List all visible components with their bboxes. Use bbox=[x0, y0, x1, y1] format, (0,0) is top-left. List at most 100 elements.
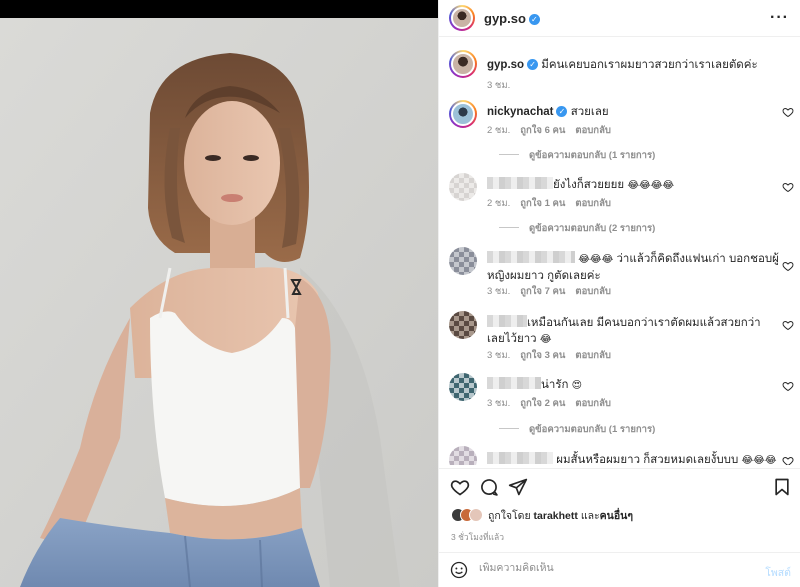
like-heart-icon[interactable] bbox=[782, 181, 794, 193]
author-username[interactable]: gyp.so bbox=[484, 11, 526, 26]
liked-by-text: ถูกใจโดย tarakhett และคนอื่นๆ bbox=[488, 507, 633, 524]
blurred-username[interactable] bbox=[487, 251, 575, 263]
comment-row: น่ารัก 😍 3 ชม. ถูกใจ 2 คน ตอบกลับ ดูข้อควา… bbox=[449, 373, 794, 435]
post-time[interactable]: 3 ชั่วโมงที่แล้ว bbox=[451, 530, 504, 544]
post-photo-image bbox=[0, 18, 438, 587]
liked-by-row: ถูกใจโดย tarakhett และคนอื่นๆ bbox=[451, 506, 633, 524]
blurred-username[interactable] bbox=[487, 315, 527, 327]
comment-time: 2 ชม. bbox=[487, 125, 511, 136]
caption-text: มีคนเคยบอกเราผมยาวสวยกว่าเราเลยตัดค่ะ bbox=[541, 59, 758, 71]
liked-by-user-link[interactable]: tarakhett bbox=[534, 510, 578, 522]
view-replies-button[interactable]: ดูข้อความตอบกลับ (1 รายการ) bbox=[499, 148, 655, 163]
comment-emoji: 😂😂😂 bbox=[741, 455, 777, 465]
comment-likes[interactable]: ถูกใจ 1 คน bbox=[520, 198, 565, 209]
comment-meta: 2 ชม. ถูกใจ 1 คน ตอบกลับ bbox=[487, 196, 621, 211]
verified-badge-icon: ✓ bbox=[527, 59, 539, 70]
comment-row: เหมือนกันเลย มีคนบอกว่าเราตัดผมแล้วสวยกว… bbox=[449, 311, 794, 366]
view-replies-button[interactable]: ดูข้อความตอบกลับ (2 รายการ) bbox=[499, 221, 655, 236]
post-comment-button[interactable]: โพสต์ bbox=[765, 564, 791, 581]
reply-button[interactable]: ตอบกลับ bbox=[575, 198, 611, 209]
comment-row: ยังไงก็สวยยยย 😂😂😂😂 2 ชม. ถูกใจ 1 คน ตอบกลั… bbox=[449, 173, 794, 243]
comment-likes[interactable]: ถูกใจ 6 คน bbox=[520, 125, 565, 136]
comment-likes[interactable]: ถูกใจ 7 คน bbox=[520, 286, 565, 297]
comment-text: สวยเลย bbox=[570, 106, 609, 118]
like-heart-icon[interactable] bbox=[782, 319, 794, 331]
comment-row: nickynachat ✓ สวยเลย 2 ชม. ถูกใจ 6 คน ตอบกล… bbox=[449, 100, 794, 163]
reply-button[interactable]: ตอบกลับ bbox=[575, 350, 611, 361]
verified-badge-icon: ✓ bbox=[556, 106, 568, 117]
add-comment-bar: โพสต์ bbox=[439, 552, 800, 587]
comment-avatar[interactable] bbox=[449, 100, 477, 128]
comment-text: น่ารัก bbox=[541, 379, 569, 391]
comment-text: ยังไงก็สวยยยย bbox=[553, 179, 625, 191]
comment-row: ผมสั้นหรือผมยาว ก็สวยหมดเลยงั้บบบ 😂😂😂 bbox=[449, 446, 794, 465]
comments-list[interactable]: gyp.so ✓ มีคนเคยบอกเราผมยาวสวยกว่าเราเลยต… bbox=[439, 37, 800, 465]
comment-body: ผมสั้นหรือผมยาว ก็สวยหมดเลยงั้บบบ 😂😂😂 bbox=[487, 452, 779, 465]
comment-username[interactable]: nickynachat bbox=[487, 106, 553, 118]
post-photo-container bbox=[0, 0, 438, 587]
caption-avatar[interactable] bbox=[449, 50, 477, 78]
caption-time: 3 ชม. bbox=[487, 80, 511, 91]
comment-text: เหมือนกันเลย มีคนบอกว่าเราตัดผมแล้วสวยกว… bbox=[487, 317, 761, 345]
comment-avatar[interactable] bbox=[449, 311, 477, 339]
reply-button[interactable]: ตอบกลับ bbox=[575, 125, 611, 136]
comment-emoji: 😍 bbox=[571, 380, 583, 391]
comment-emoji: 😂😂😂😂 bbox=[627, 180, 675, 191]
comment-body: 😂😂😂 ว่าแล้วก็คิดถึงแฟนเก่า บอกชอบผู้หญิง… bbox=[487, 251, 779, 284]
blurred-username[interactable] bbox=[487, 377, 541, 389]
like-heart-icon[interactable] bbox=[782, 260, 794, 272]
comment-text: ผมสั้นหรือผมยาว ก็สวยหมดเลยงั้บบบ bbox=[556, 454, 739, 465]
caption-username[interactable]: gyp.so bbox=[487, 59, 524, 71]
author-username-link[interactable]: gyp.so ✓ bbox=[484, 11, 540, 26]
comment-body: ยังไงก็สวยยยย 😂😂😂😂 bbox=[487, 177, 779, 194]
reply-button[interactable]: ตอบกลับ bbox=[575, 286, 611, 297]
blurred-username[interactable] bbox=[487, 452, 553, 464]
comment-avatar[interactable] bbox=[449, 446, 477, 465]
comment-body: nickynachat ✓ สวยเลย bbox=[487, 104, 779, 120]
comment-body: เหมือนกันเลย มีคนบอกว่าเราตัดผมแล้วสวยกว… bbox=[487, 315, 779, 348]
like-heart-icon[interactable] bbox=[782, 106, 794, 118]
liker-avatar[interactable] bbox=[469, 508, 483, 522]
comment-likes[interactable]: ถูกใจ 3 คน bbox=[520, 350, 565, 361]
comment-avatar[interactable] bbox=[449, 173, 477, 201]
liked-by-suffix: และ bbox=[580, 509, 600, 522]
comment-meta: 3 ชม. ถูกใจ 3 คน ตอบกลับ bbox=[487, 348, 621, 363]
caption-meta: 3 ชม. bbox=[487, 78, 520, 93]
comment-meta: 2 ชม. ถูกใจ 6 คน ตอบกลับ bbox=[487, 123, 621, 138]
comment-emoji: 😂😂😂 bbox=[578, 254, 614, 265]
like-heart-icon[interactable] bbox=[782, 455, 794, 465]
caption-body: gyp.so ✓ มีคนเคยบอกเราผมยาวสวยกว่าเราเลยต… bbox=[487, 57, 779, 73]
comment-avatar[interactable] bbox=[449, 247, 477, 275]
bookmark-icon[interactable] bbox=[772, 477, 792, 497]
reply-button[interactable]: ตอบกลับ bbox=[575, 398, 611, 409]
instagram-post-view: gyp.so ✓ ··· gyp.so ✓ มีคนเคยบอกเราผมยาวสว… bbox=[0, 0, 800, 587]
post-photo[interactable] bbox=[0, 18, 438, 587]
comment-meta: 3 ชม. ถูกใจ 2 คน ตอบกลับ bbox=[487, 396, 621, 411]
caption-row: gyp.so ✓ มีคนเคยบอกเราผมยาวสวยกว่าเราเลยต… bbox=[449, 50, 794, 100]
like-heart-icon[interactable] bbox=[782, 380, 794, 392]
comment-time: 3 ชม. bbox=[487, 398, 511, 409]
comment-time: 2 ชม. bbox=[487, 198, 511, 209]
add-comment-input[interactable] bbox=[479, 562, 739, 574]
post-side-panel: gyp.so ✓ ··· gyp.so ✓ มีคนเคยบอกเราผมยาวสว… bbox=[438, 0, 800, 587]
post-actions-bar bbox=[439, 468, 800, 502]
liked-by-others-link[interactable]: คนอื่นๆ bbox=[600, 510, 633, 522]
comment-likes[interactable]: ถูกใจ 2 คน bbox=[520, 398, 565, 409]
comment-time: 3 ชม. bbox=[487, 286, 511, 297]
more-dots-icon[interactable]: ··· bbox=[770, 9, 789, 27]
comment-emoji: 😂 bbox=[539, 334, 552, 345]
liked-by-prefix: ถูกใจโดย bbox=[488, 509, 531, 522]
author-avatar[interactable] bbox=[449, 5, 475, 31]
emoji-smiley-icon[interactable] bbox=[450, 561, 468, 579]
comment-body: น่ารัก 😍 bbox=[487, 377, 779, 394]
comment-meta: 3 ชม. ถูกใจ 7 คน ตอบกลับ bbox=[487, 284, 621, 299]
blurred-username[interactable] bbox=[487, 177, 553, 189]
like-heart-icon[interactable] bbox=[450, 477, 470, 497]
view-replies-button[interactable]: ดูข้อความตอบกลับ (1 รายการ) bbox=[499, 422, 655, 437]
comment-avatar[interactable] bbox=[449, 373, 477, 401]
post-header: gyp.so ✓ ··· bbox=[439, 0, 800, 37]
verified-badge-icon: ✓ bbox=[528, 13, 540, 25]
comment-bubble-icon[interactable] bbox=[479, 477, 499, 497]
comment-time: 3 ชม. bbox=[487, 350, 511, 361]
share-paper-plane-icon[interactable] bbox=[508, 477, 528, 497]
